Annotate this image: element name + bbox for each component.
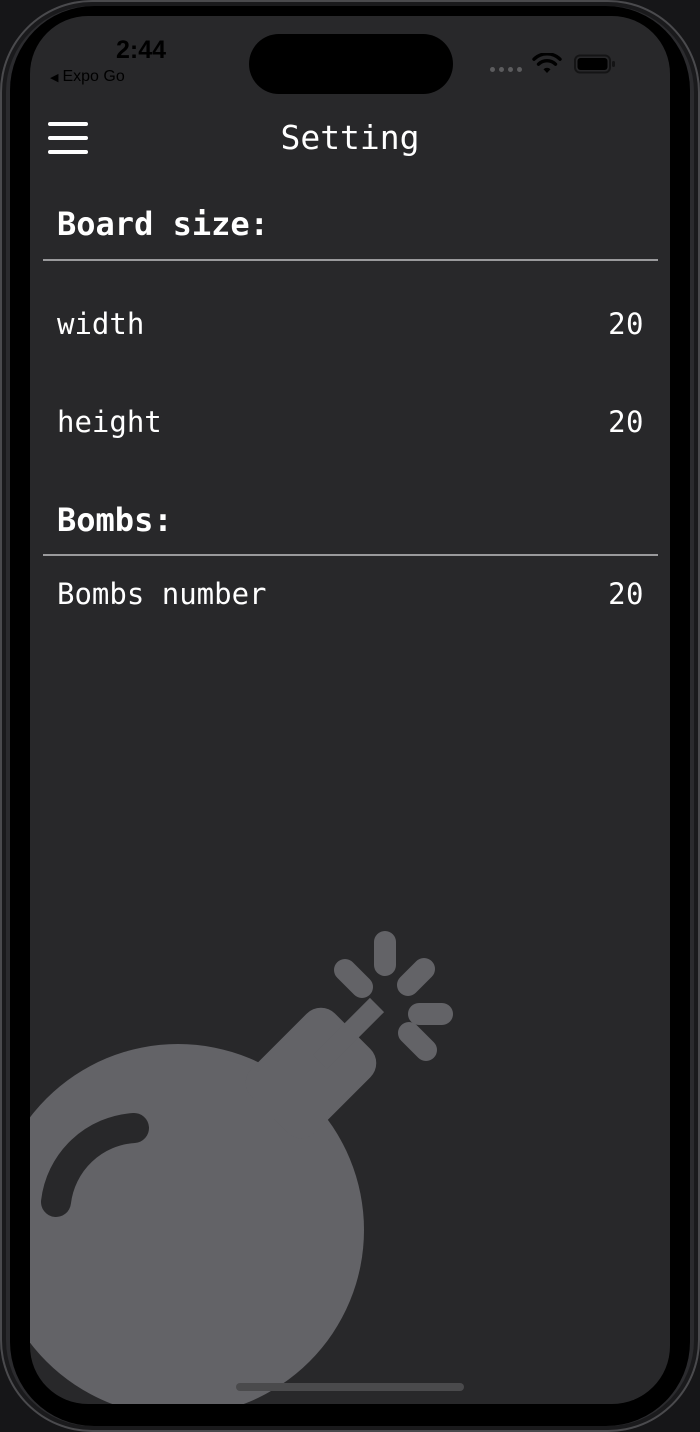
section-divider (43, 259, 658, 261)
setting-label: height (57, 405, 162, 439)
setting-label: Bombs number (57, 577, 267, 611)
page-title: Setting (280, 118, 420, 157)
app-screen: 2:44 ◀ Expo Go Setting Board size: width … (30, 16, 670, 1404)
back-app-label: Expo Go (62, 68, 125, 85)
back-caret-icon: ◀ (50, 72, 59, 84)
wifi-icon (532, 53, 562, 73)
back-to-app-link[interactable]: ◀ Expo Go (50, 68, 125, 86)
battery-icon (574, 54, 615, 74)
section-divider (43, 554, 658, 556)
setting-value: 20 (608, 307, 644, 341)
home-indicator[interactable] (236, 1383, 464, 1391)
setting-row-bombs-number[interactable]: Bombs number 20 (57, 572, 644, 616)
section-heading-bombs: Bombs: (57, 501, 173, 539)
setting-value: 20 (608, 405, 644, 439)
section-heading-board-size: Board size: (57, 205, 269, 243)
setting-value: 20 (608, 577, 644, 611)
status-time: 2:44 (116, 36, 167, 64)
setting-label: width (57, 307, 145, 341)
setting-row-height[interactable]: height 20 (57, 400, 644, 444)
cellular-signal-icon (490, 67, 524, 73)
dynamic-island (249, 34, 453, 94)
bomb-icon (30, 931, 453, 1404)
setting-row-width[interactable]: width 20 (57, 302, 644, 346)
